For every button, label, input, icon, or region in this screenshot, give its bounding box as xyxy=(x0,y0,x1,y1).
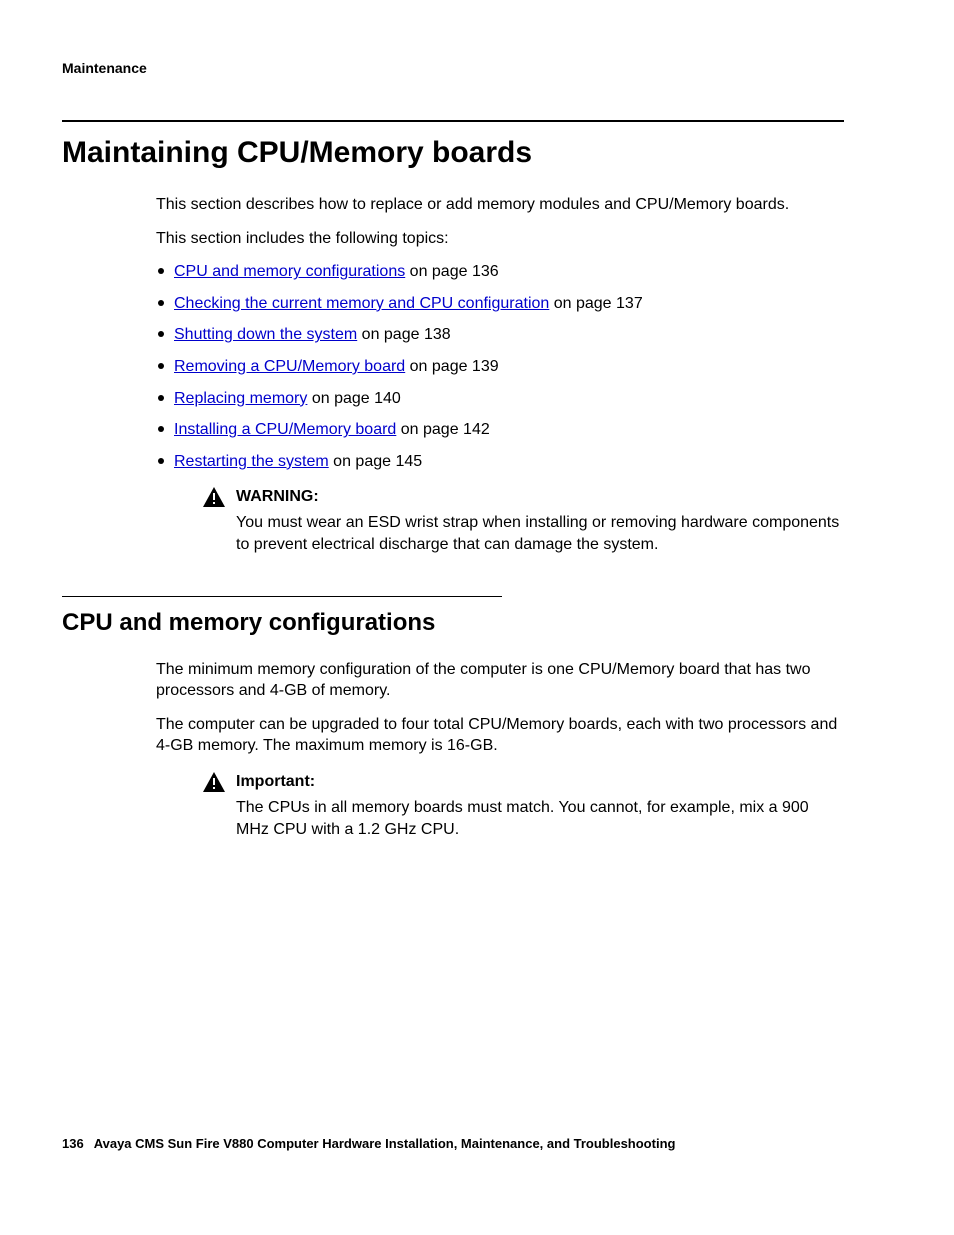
section-paragraph-1: The minimum memory configuration of the … xyxy=(156,659,844,702)
intro-paragraph-1: This section describes how to replace or… xyxy=(156,194,844,216)
toc-page-ref: on page 137 xyxy=(549,295,642,312)
list-item: CPU and memory configurations on page 13… xyxy=(156,261,844,283)
warning-label: WARNING: xyxy=(236,488,319,506)
important-icon xyxy=(202,771,226,793)
toc-page-ref: on page 140 xyxy=(307,390,400,407)
subsection-rule xyxy=(62,596,502,597)
section-heading: CPU and memory configurations xyxy=(62,609,844,637)
running-header: Maintenance xyxy=(62,60,844,76)
toc-page-ref: on page 136 xyxy=(405,263,498,280)
warning-icon xyxy=(202,486,226,508)
toc-link[interactable]: Restarting the system xyxy=(174,453,329,470)
toc-link[interactable]: Shutting down the system xyxy=(174,326,357,343)
toc-link[interactable]: Removing a CPU/Memory board xyxy=(174,358,405,375)
topic-list: CPU and memory configurations on page 13… xyxy=(156,261,844,472)
intro-paragraph-2: This section includes the following topi… xyxy=(156,228,844,250)
important-body: The CPUs in all memory boards must match… xyxy=(236,797,844,840)
list-item: Restarting the system on page 145 xyxy=(156,451,844,473)
toc-link[interactable]: Replacing memory xyxy=(174,390,307,407)
page-number: 136 xyxy=(62,1136,84,1151)
toc-page-ref: on page 139 xyxy=(405,358,498,375)
section-paragraph-2: The computer can be upgraded to four tot… xyxy=(156,714,844,757)
important-callout: Important: The CPUs in all memory boards… xyxy=(202,771,844,840)
list-item: Removing a CPU/Memory board on page 139 xyxy=(156,356,844,378)
warning-body: You must wear an ESD wrist strap when in… xyxy=(236,512,844,555)
footer-title: Avaya CMS Sun Fire V880 Computer Hardwar… xyxy=(94,1136,676,1151)
important-label: Important: xyxy=(236,773,315,791)
toc-page-ref: on page 142 xyxy=(396,421,489,438)
section-rule xyxy=(62,120,844,122)
page-title: Maintaining CPU/Memory boards xyxy=(62,136,844,170)
list-item: Replacing memory on page 140 xyxy=(156,388,844,410)
warning-callout: WARNING: You must wear an ESD wrist stra… xyxy=(202,486,844,555)
list-item: Shutting down the system on page 138 xyxy=(156,324,844,346)
toc-link[interactable]: Checking the current memory and CPU conf… xyxy=(174,295,549,312)
toc-link[interactable]: CPU and memory configurations xyxy=(174,263,405,280)
toc-page-ref: on page 138 xyxy=(357,326,450,343)
list-item: Installing a CPU/Memory board on page 14… xyxy=(156,419,844,441)
toc-page-ref: on page 145 xyxy=(329,453,422,470)
list-item: Checking the current memory and CPU conf… xyxy=(156,293,844,315)
toc-link[interactable]: Installing a CPU/Memory board xyxy=(174,421,396,438)
page-footer: 136 Avaya CMS Sun Fire V880 Computer Hard… xyxy=(62,1136,675,1151)
